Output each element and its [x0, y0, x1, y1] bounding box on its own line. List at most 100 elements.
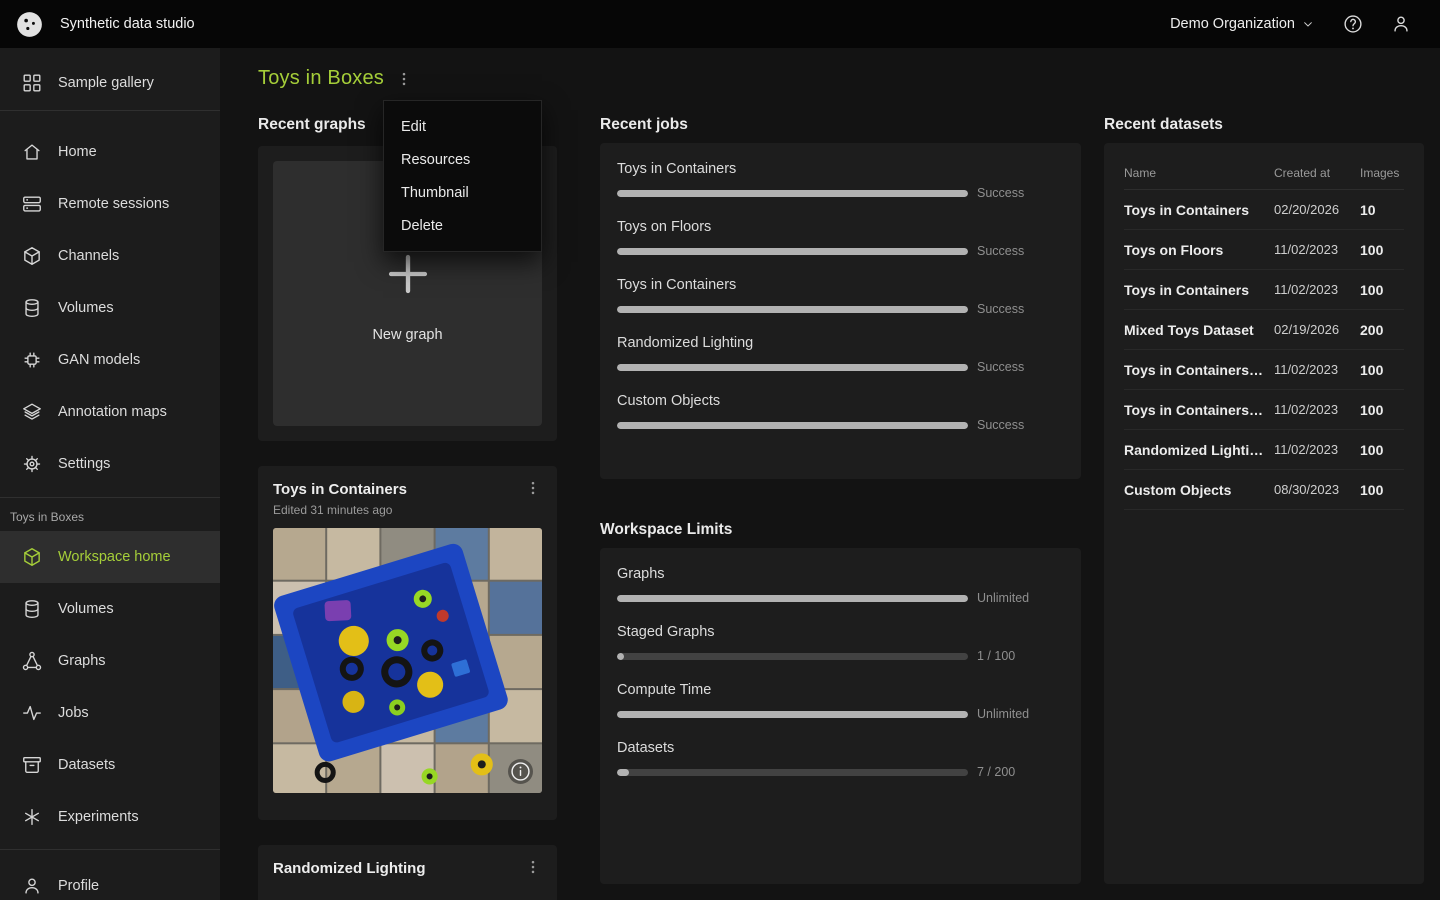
- table-row[interactable]: Custom Objects 08/30/2023 100: [1124, 470, 1404, 510]
- top-bar: Synthetic data studio Demo Organization: [0, 0, 1440, 48]
- page-menu-button[interactable]: [395, 70, 413, 88]
- limit-item: Graphs Unlimited: [617, 566, 1064, 605]
- recent-datasets-heading: Recent datasets: [1104, 116, 1223, 134]
- job-name: Randomized Lighting: [617, 335, 1064, 351]
- dataset-created: 08/30/2023: [1274, 482, 1360, 497]
- org-selector[interactable]: Demo Organization: [1170, 16, 1316, 32]
- dataset-name: Custom Objects: [1124, 482, 1274, 498]
- sidebar-item-ws-volumes[interactable]: Volumes: [0, 583, 220, 635]
- dataset-name: Toys on Floors: [1124, 242, 1274, 258]
- job-item[interactable]: Toys in Containers Success: [617, 277, 1064, 316]
- job-item[interactable]: Custom Objects Success: [617, 393, 1064, 432]
- dataset-created: 02/19/2026: [1274, 322, 1360, 337]
- column-header-created: Created at: [1274, 166, 1360, 180]
- job-status: Success: [968, 418, 1064, 432]
- table-row[interactable]: Toys in Containers 02/20/2026 10: [1124, 190, 1404, 230]
- sidebar-item-ws-jobs[interactable]: Jobs: [0, 687, 220, 739]
- limit-progress-bar: [617, 711, 968, 718]
- sidebar-item-annotation-maps[interactable]: Annotation maps: [0, 386, 220, 438]
- dataset-created: 11/02/2023: [1274, 282, 1360, 297]
- sidebar-item-label: Settings: [58, 456, 110, 472]
- table-row[interactable]: Mixed Toys Dataset 02/19/2026 200: [1124, 310, 1404, 350]
- dataset-images: 100: [1360, 402, 1404, 418]
- job-name: Custom Objects: [617, 393, 1064, 409]
- table-row[interactable]: Randomized Lighting 11/02/2023 100: [1124, 430, 1404, 470]
- sidebar-item-label: Workspace home: [58, 549, 171, 565]
- dataset-name: Toys in Containers - ...: [1124, 362, 1274, 378]
- layers-icon: [21, 401, 43, 423]
- limit-item: Compute Time Unlimited: [617, 682, 1064, 721]
- dataset-images: 200: [1360, 322, 1404, 338]
- job-item[interactable]: Randomized Lighting Success: [617, 335, 1064, 374]
- datasets-table-header: Name Created at Images: [1124, 143, 1404, 190]
- card-menu-button[interactable]: [524, 858, 542, 876]
- job-progress-bar: [617, 190, 968, 197]
- sidebar-item-home[interactable]: Home: [0, 126, 220, 178]
- sidebar-item-label: Annotation maps: [58, 404, 167, 420]
- job-item[interactable]: Toys in Containers Success: [617, 161, 1064, 200]
- sidebar-item-volumes[interactable]: Volumes: [0, 282, 220, 334]
- recent-jobs-panel: Toys in Containers Success Toys on Floor…: [600, 143, 1081, 479]
- menu-item-delete[interactable]: Delete: [384, 209, 541, 242]
- dataset-images: 100: [1360, 442, 1404, 458]
- help-button[interactable]: [1342, 13, 1364, 35]
- job-item[interactable]: Toys on Floors Success: [617, 219, 1064, 258]
- chevron-down-icon: [1300, 16, 1316, 32]
- sidebar-item-label: Profile: [58, 878, 99, 894]
- menu-item-resources[interactable]: Resources: [384, 143, 541, 176]
- limit-value: Unlimited: [968, 591, 1064, 605]
- dataset-created: 02/20/2026: [1274, 202, 1360, 217]
- database-icon: [21, 297, 43, 319]
- table-row[interactable]: Toys on Floors 11/02/2023 100: [1124, 230, 1404, 270]
- job-status: Success: [968, 360, 1064, 374]
- job-name: Toys on Floors: [617, 219, 1064, 235]
- account-button[interactable]: [1390, 13, 1412, 35]
- gear-icon: [21, 453, 43, 475]
- divider: [0, 110, 220, 111]
- job-status: Success: [968, 244, 1064, 258]
- image-info-button[interactable]: [508, 759, 533, 784]
- sidebar-item-workspace-home[interactable]: Workspace home: [0, 531, 220, 583]
- activity-icon: [21, 702, 43, 724]
- job-progress-bar: [617, 248, 968, 255]
- archive-icon: [21, 754, 43, 776]
- graph-thumbnail[interactable]: [273, 528, 542, 793]
- dataset-created: 11/02/2023: [1274, 362, 1360, 377]
- limit-item: Datasets 7 / 200: [617, 740, 1064, 779]
- table-row[interactable]: Toys in Containers - ... 11/02/2023 100: [1124, 350, 1404, 390]
- menu-item-edit[interactable]: Edit: [384, 110, 541, 143]
- graph-nodes-icon: [21, 650, 43, 672]
- topbar-actions: Demo Organization: [1170, 13, 1412, 35]
- sidebar-item-sample-gallery[interactable]: Sample gallery: [0, 57, 220, 109]
- menu-item-thumbnail[interactable]: Thumbnail: [384, 176, 541, 209]
- sidebar-item-ws-graphs[interactable]: Graphs: [0, 635, 220, 687]
- cube-icon: [21, 245, 43, 267]
- sidebar-item-ws-experiments[interactable]: Experiments: [0, 791, 220, 843]
- job-name: Toys in Containers: [617, 161, 1064, 177]
- sidebar-item-ws-datasets[interactable]: Datasets: [0, 739, 220, 791]
- dataset-created: 11/02/2023: [1274, 242, 1360, 257]
- table-row[interactable]: Toys in Containers 11/02/2023 100: [1124, 270, 1404, 310]
- limit-name: Datasets: [617, 740, 1064, 756]
- new-graph-label: New graph: [372, 327, 442, 343]
- dataset-name: Toys in Containers: [1124, 282, 1274, 298]
- sidebar-item-label: Volumes: [58, 300, 114, 316]
- workspace-section-label: Toys in Boxes: [0, 498, 220, 531]
- table-row[interactable]: Toys in Containers - ... 11/02/2023 100: [1124, 390, 1404, 430]
- sidebar-item-remote-sessions[interactable]: Remote sessions: [0, 178, 220, 230]
- sidebar-item-channels[interactable]: Channels: [0, 230, 220, 282]
- recent-jobs-heading: Recent jobs: [600, 116, 688, 134]
- sidebar-item-settings[interactable]: Settings: [0, 438, 220, 490]
- limit-progress-bar: [617, 653, 968, 660]
- column-header-images: Images: [1360, 166, 1404, 180]
- workspace-limits-heading: Workspace Limits: [600, 521, 732, 539]
- sidebar-item-profile[interactable]: Profile: [0, 860, 220, 900]
- dataset-name: Toys in Containers: [1124, 202, 1274, 218]
- limit-item: Staged Graphs 1 / 100: [617, 624, 1064, 663]
- dataset-images: 10: [1360, 202, 1404, 218]
- graph-card: Toys in Containers Edited 31 minutes ago: [258, 466, 557, 820]
- job-progress-bar: [617, 422, 968, 429]
- person-icon: [21, 875, 43, 897]
- card-menu-button[interactable]: [524, 479, 542, 497]
- sidebar-item-gan-models[interactable]: GAN models: [0, 334, 220, 386]
